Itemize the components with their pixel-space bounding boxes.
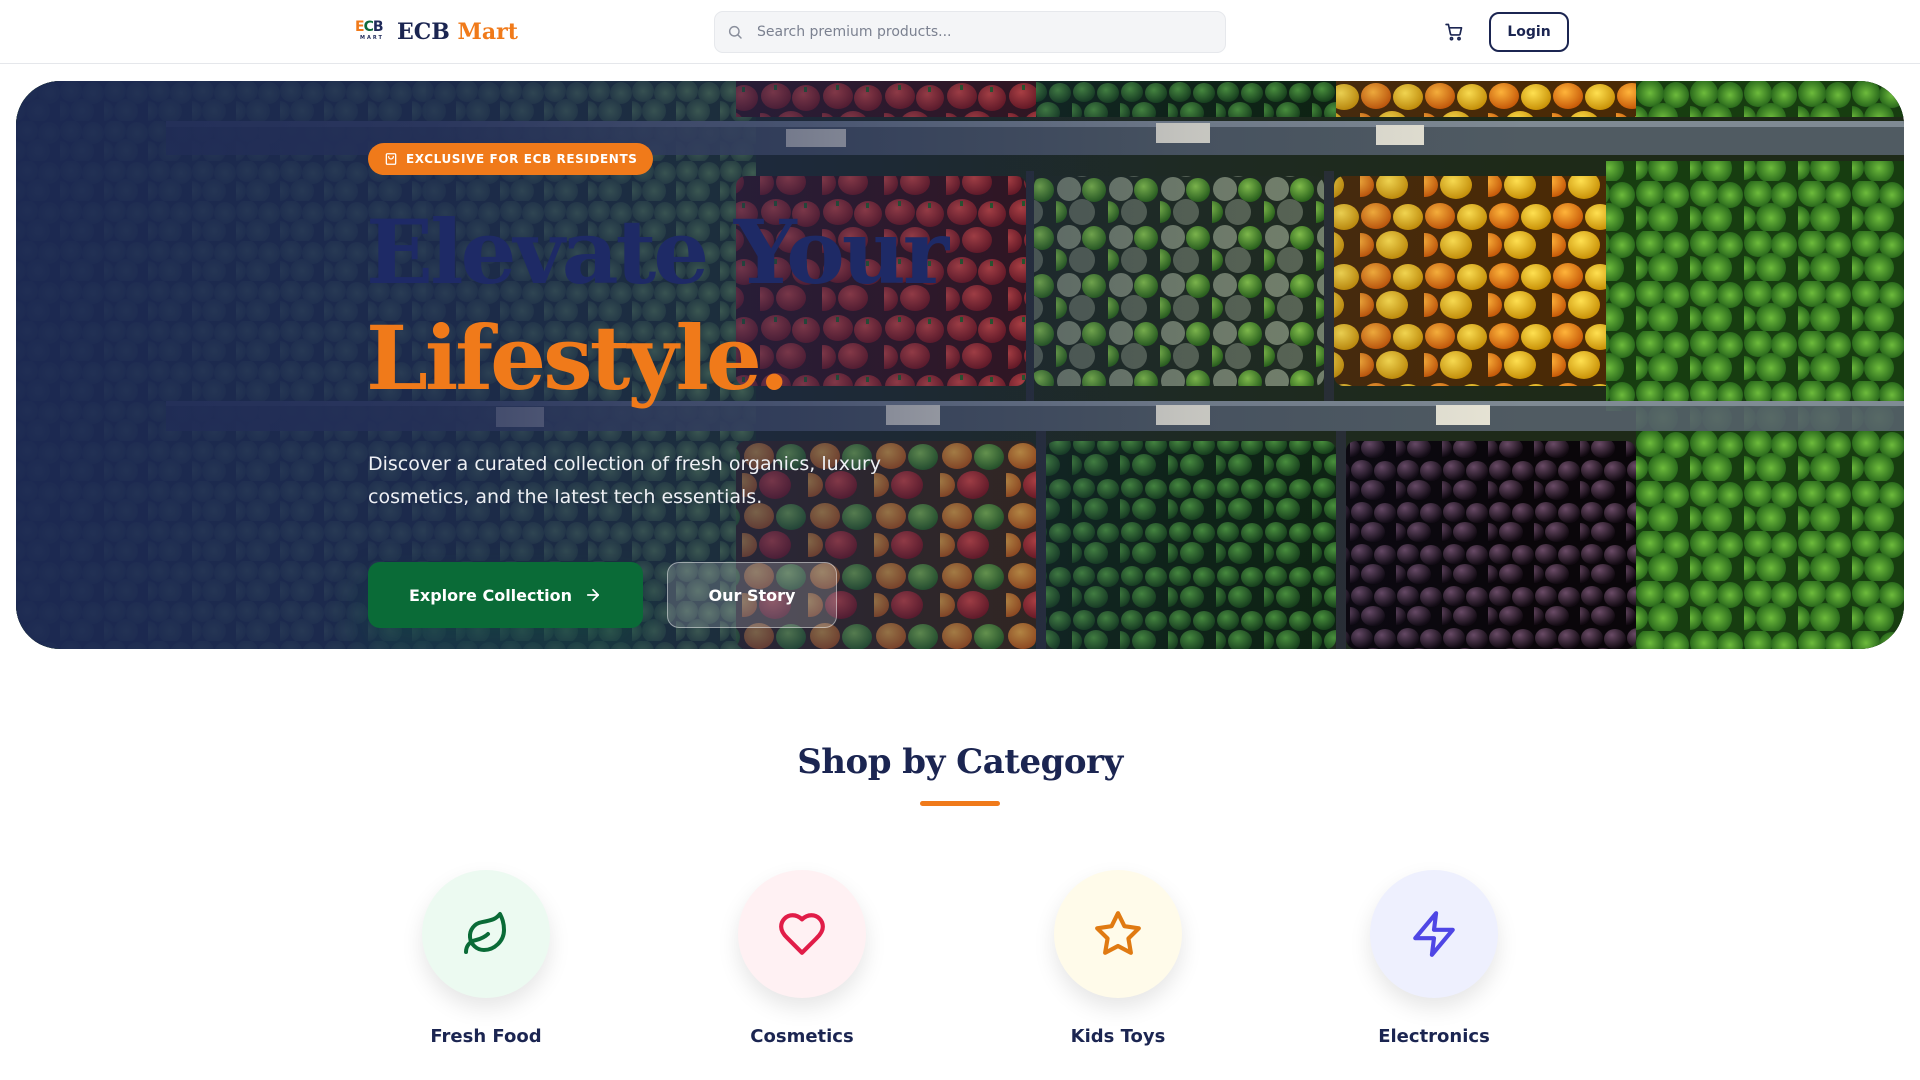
category-icon-circle <box>738 870 866 998</box>
category-icon-circle <box>1054 870 1182 998</box>
brand-name: ECB Mart <box>397 18 518 46</box>
brand-logo[interactable]: ECB MART ECB Mart <box>355 18 518 46</box>
hero-banner: EXCLUSIVE FOR ECB RESIDENTS Elevate Your… <box>16 81 1904 649</box>
top-navbar: ECB MART ECB Mart Login <box>0 0 1920 64</box>
category-label: Cosmetics <box>750 1026 854 1047</box>
hero-title: Elevate Your Lifestyle. <box>366 199 949 411</box>
shopping-cart-icon <box>1445 23 1463 41</box>
brand-name-primary: ECB <box>397 19 450 45</box>
hero-subtitle: Discover a curated collection of fresh o… <box>368 453 882 508</box>
category-label: Electronics <box>1378 1026 1490 1047</box>
explore-collection-button[interactable]: Explore Collection <box>368 562 643 628</box>
logo-mark-sub: MART <box>360 35 384 41</box>
brand-name-accent: Mart <box>457 19 518 45</box>
search-input[interactable] <box>755 23 1195 41</box>
categories-heading: Shop by Category <box>797 742 1123 782</box>
badge-text: EXCLUSIVE FOR ECB RESIDENTS <box>406 152 638 166</box>
category-label: Kids Toys <box>1070 1026 1166 1047</box>
logo-mark-icon: ECB MART <box>355 18 389 46</box>
category-kids-toys[interactable]: Kids Toys <box>1018 870 1218 1050</box>
our-story-button[interactable]: Our Story <box>667 562 837 628</box>
category-icon-circle <box>1370 870 1498 998</box>
hero-title-line2: Lifestyle. <box>366 306 790 410</box>
exclusive-badge: EXCLUSIVE FOR ECB RESIDENTS <box>368 143 654 175</box>
category-icon-circle <box>422 870 550 998</box>
lightning-icon <box>1413 911 1455 957</box>
shopping-bag-icon <box>385 153 397 165</box>
star-icon <box>1095 911 1141 955</box>
heading-underline <box>920 801 1000 806</box>
search-icon <box>728 25 742 39</box>
arrow-right-icon <box>586 588 600 602</box>
category-electronics[interactable]: Electronics <box>1334 870 1534 1050</box>
category-fresh-food[interactable]: Fresh Food <box>386 870 586 1050</box>
login-button[interactable]: Login <box>1489 12 1569 52</box>
logo-mark-letter-e: E <box>355 19 365 35</box>
heart-icon <box>779 913 825 955</box>
hero-title-line1: Elevate Your <box>366 200 949 304</box>
search-bar[interactable] <box>714 11 1226 53</box>
logo-mark-letter-b: B <box>372 19 384 35</box>
hero-gradient-overlay <box>16 81 1904 649</box>
leaf-icon <box>464 912 506 954</box>
cart-button[interactable] <box>1442 20 1466 44</box>
our-story-label: Our Story <box>708 585 796 605</box>
logo-mark-letter-c: C <box>363 19 374 35</box>
category-cosmetics[interactable]: Cosmetics <box>702 870 902 1050</box>
category-label: Fresh Food <box>430 1026 542 1047</box>
explore-collection-label: Explore Collection <box>408 585 573 605</box>
